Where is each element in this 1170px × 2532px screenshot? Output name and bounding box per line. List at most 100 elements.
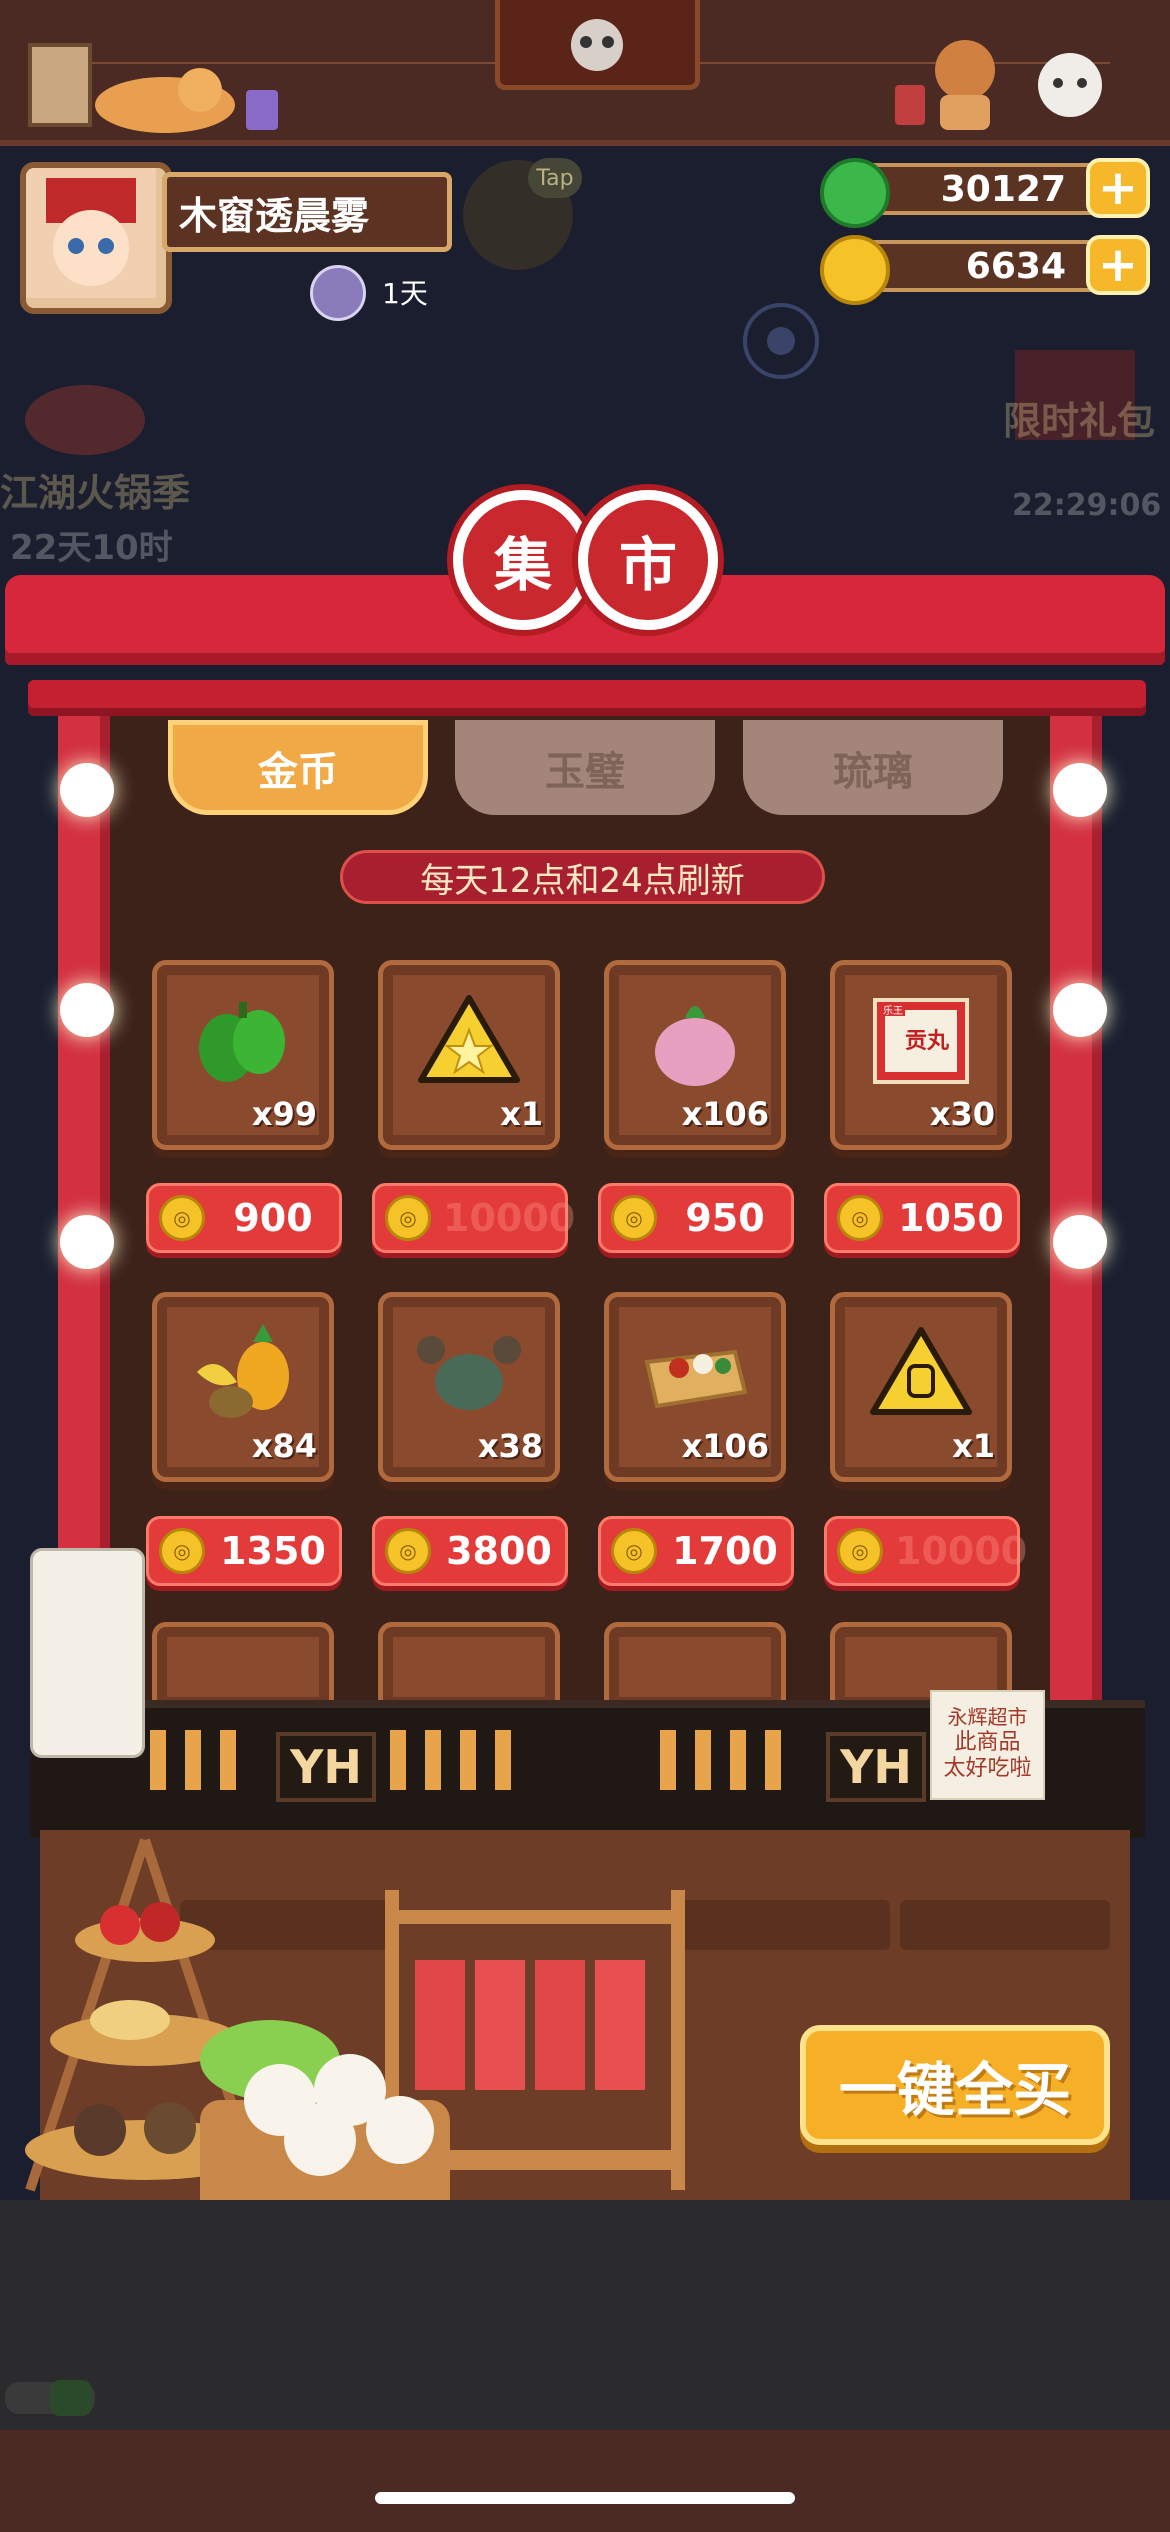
item-card-partial[interactable] xyxy=(152,1622,334,1712)
fence-slot xyxy=(730,1730,746,1790)
scroll-decoration-icon xyxy=(28,43,92,127)
fence-slot xyxy=(390,1730,406,1790)
item-qty: x30 xyxy=(929,1095,995,1133)
hotpot-event-timer: 22天10时 xyxy=(10,528,173,568)
jade-value: 30127 xyxy=(940,168,1066,210)
coin-icon: ◎ xyxy=(385,1528,431,1574)
meatball-pack-icon: 乐王 贡丸 xyxy=(873,998,969,1084)
buy-crab-button[interactable]: ◎ 3800 xyxy=(372,1516,568,1586)
item-qty: x99 xyxy=(251,1095,317,1133)
item-card-meatball-pack[interactable]: 乐王 贡丸 x30 xyxy=(830,960,1012,1150)
item-price: 1700 xyxy=(672,1529,778,1573)
tab-glaze[interactable]: 琉璃 xyxy=(743,720,1003,815)
buy-star-ticket-button[interactable]: ◎ 10000 xyxy=(372,1183,575,1253)
coin-icon: ◎ xyxy=(837,1528,883,1574)
fence-slot xyxy=(695,1730,711,1790)
drawer xyxy=(680,1900,890,1950)
counter-note: 永辉超市 此商品 太好吃啦 xyxy=(930,1690,1045,1800)
player-name: 木窗透晨雾 xyxy=(162,172,452,252)
toggle-icon[interactable] xyxy=(0,2372,100,2422)
item-price: 950 xyxy=(685,1196,765,1240)
buy-onion-button[interactable]: ◎ 950 xyxy=(598,1183,794,1253)
item-qty: x38 xyxy=(477,1427,543,1465)
item-card-chef-ticket[interactable]: x1 xyxy=(830,1292,1012,1482)
item-card-crab[interactable]: x38 xyxy=(378,1292,560,1482)
coin-icon: ◎ xyxy=(611,1195,657,1241)
buy-chef-ticket-button[interactable]: ◎ 10000 xyxy=(824,1516,1027,1586)
fence-slot xyxy=(150,1730,166,1790)
roof-beam xyxy=(28,680,1146,716)
buy-green-pepper-button[interactable]: ◎ 900 xyxy=(146,1183,342,1253)
light-bulb xyxy=(1053,763,1107,817)
fence-slot xyxy=(495,1730,511,1790)
refresh-notice: 每天12点和24点刷新 xyxy=(340,850,825,904)
item-qty: x106 xyxy=(681,1095,769,1133)
green-pepper-icon xyxy=(199,1002,285,1082)
floor xyxy=(0,2200,1170,2430)
fence-slot xyxy=(660,1730,676,1790)
item-qty: x106 xyxy=(681,1427,769,1465)
note-line-3: 太好吃啦 xyxy=(943,1756,1032,1781)
add-jade-button[interactable]: + xyxy=(1086,158,1150,218)
drawer xyxy=(900,1900,1110,1950)
item-card-bento-box[interactable]: x106 xyxy=(604,1292,786,1482)
item-qty: x1 xyxy=(952,1427,995,1465)
item-price: 900 xyxy=(233,1196,313,1240)
item-price: 10000 xyxy=(895,1529,1028,1573)
light-bulb xyxy=(60,983,114,1037)
buy-fruit-basket-button[interactable]: ◎ 1350 xyxy=(146,1516,342,1586)
item-card-star-ticket[interactable]: x1 xyxy=(378,960,560,1150)
light-bulb xyxy=(60,1215,114,1269)
item-card-fruit-basket[interactable]: x84 xyxy=(152,1292,334,1482)
market-title-char-1: 集 xyxy=(453,490,593,630)
tab-gold-coin[interactable]: 金币 xyxy=(168,720,428,815)
coin-icon: ◎ xyxy=(159,1195,205,1241)
fence-slot xyxy=(185,1730,201,1790)
tab-jade[interactable]: 玉璧 xyxy=(455,720,715,815)
crab-icon xyxy=(417,1336,521,1410)
hotpot-event-icon[interactable] xyxy=(20,350,150,460)
days-count: 1天 xyxy=(382,277,428,310)
item-card-green-pepper[interactable]: x99 xyxy=(152,960,334,1150)
cat-sleeping-icon xyxy=(95,68,235,133)
fruit-basket-icon xyxy=(197,1324,289,1418)
chef-ticket-icon xyxy=(870,1327,972,1415)
days-badge-icon xyxy=(310,265,366,321)
compass-icon[interactable] xyxy=(740,300,822,382)
light-bulb xyxy=(60,763,114,817)
star-ticket-icon xyxy=(418,995,520,1083)
player-avatar[interactable] xyxy=(20,162,172,314)
bottom-bar xyxy=(0,2430,1170,2532)
note-line-1: 永辉超市 xyxy=(947,1705,1028,1729)
light-bulb xyxy=(1053,1215,1107,1269)
coin-icon: ◎ xyxy=(837,1195,883,1241)
home-indicator[interactable] xyxy=(375,2492,795,2504)
buy-bento-box-button[interactable]: ◎ 1700 xyxy=(598,1516,794,1586)
gift-pack-timer: 22:29:06 xyxy=(1012,488,1162,523)
item-card-partial[interactable] xyxy=(378,1622,560,1712)
jar-icon xyxy=(246,90,278,130)
yh-sign-right: YH xyxy=(826,1732,926,1802)
note-line-2: 此商品 xyxy=(954,1730,1021,1755)
tap-label: Tap xyxy=(528,158,582,198)
buy-meatball-pack-button[interactable]: ◎ 1050 xyxy=(824,1183,1020,1253)
item-qty: x1 xyxy=(500,1095,543,1133)
item-price: 1350 xyxy=(220,1529,326,1573)
fence-slot xyxy=(460,1730,476,1790)
fence-slot xyxy=(425,1730,441,1790)
buy-all-button[interactable]: 一键全买 xyxy=(800,2025,1110,2145)
avatar-icon xyxy=(26,168,156,298)
item-card-onion[interactable]: x106 xyxy=(604,960,786,1150)
add-coin-button[interactable]: + xyxy=(1086,235,1150,295)
market-title-char-2: 市 xyxy=(578,490,718,630)
jade-icon xyxy=(820,158,890,228)
character-girl-icon xyxy=(895,40,995,130)
yh-sign-left: YH xyxy=(276,1732,376,1802)
item-card-partial[interactable] xyxy=(604,1622,786,1712)
paper-roll xyxy=(30,1548,145,1758)
coin-icon: ◎ xyxy=(159,1528,205,1574)
fence-slot xyxy=(220,1730,236,1790)
coin-icon: ◎ xyxy=(385,1195,431,1241)
hanging-frame xyxy=(495,0,700,90)
pack-brand-label: 乐王 xyxy=(883,1005,903,1017)
